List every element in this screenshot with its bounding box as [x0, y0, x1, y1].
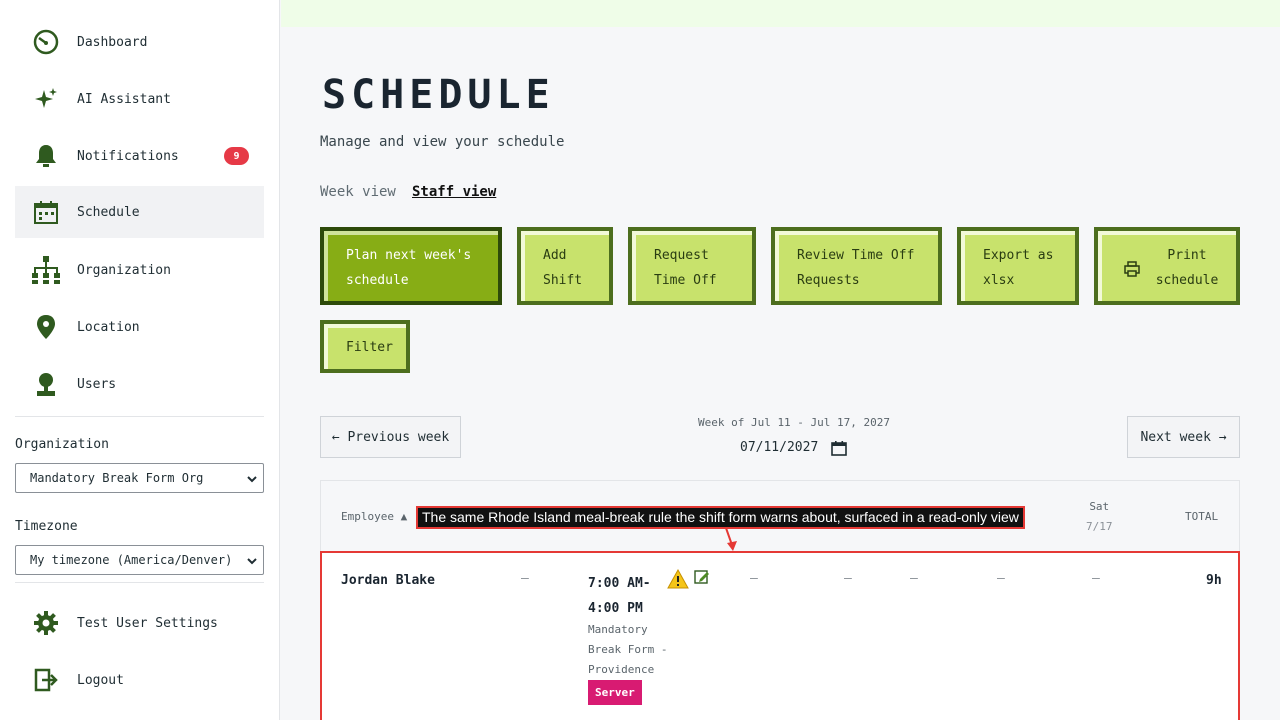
annotation-arrow-icon — [722, 527, 742, 557]
print-schedule-button[interactable]: Print schedule — [1094, 227, 1240, 305]
organization-label: Organization — [15, 437, 109, 452]
sparkle-icon — [31, 84, 61, 114]
empty-shift-cell[interactable]: – — [750, 571, 758, 586]
table-row: Jordan Blake – 7:00 AM- 4:00 PM Mandator… — [320, 551, 1240, 720]
button-label-line: xlsx — [983, 273, 1015, 288]
org-chart-icon — [31, 255, 61, 285]
sidebar-item-label: Schedule — [77, 204, 140, 220]
sidebar-item-label: Test User Settings — [77, 615, 218, 631]
timezone-select-value: My timezone (America/Denver) — [30, 553, 233, 567]
sidebar-divider — [15, 582, 264, 583]
previous-week-button[interactable]: ← Previous week — [320, 416, 461, 458]
sidebar-item-label: Organization — [77, 262, 171, 278]
logout-icon — [31, 665, 61, 695]
day-name: Sat — [1089, 500, 1110, 513]
sidebar-item-organization[interactable]: Organization — [15, 244, 264, 296]
organization-select[interactable]: Mandatory Break Form Org — [15, 463, 264, 493]
page-title: SCHEDULE — [322, 72, 555, 118]
sidebar-item-schedule[interactable]: Schedule — [15, 186, 264, 238]
printer-icon — [1124, 261, 1140, 286]
week-range-label: Week of Jul 11 - Jul 17, 2027 — [697, 416, 891, 429]
sidebar-item-logout[interactable]: Logout — [15, 654, 264, 706]
chevron-down-icon — [245, 472, 259, 489]
tab-staff-view[interactable]: Staff view — [412, 184, 496, 200]
gear-icon — [31, 608, 61, 638]
button-label-line: Shift — [543, 273, 583, 288]
dashboard-gauge-icon — [31, 27, 61, 57]
button-label-line: Request — [654, 248, 709, 263]
button-label-line: Filter — [346, 340, 393, 355]
button-label-line: schedule — [346, 273, 409, 288]
top-banner — [281, 0, 1280, 27]
sidebar-item-users[interactable]: Users — [15, 358, 264, 410]
employee-name: Jordan Blake — [341, 573, 435, 588]
sidebar-item-label: Dashboard — [77, 34, 148, 50]
annotation-callout: The same Rhode Island meal-break rule th… — [416, 506, 1025, 529]
calendar-picker-icon[interactable] — [831, 440, 847, 460]
sidebar: Dashboard AI Assistant Notifications 9 S… — [0, 0, 280, 720]
button-label-line: Time Off — [654, 273, 717, 288]
tab-week-view[interactable]: Week view — [320, 184, 396, 200]
organization-select-value: Mandatory Break Form Org — [30, 471, 204, 485]
day-date: 7/17 — [1086, 520, 1113, 533]
shift-start: 7:00 AM- — [588, 576, 651, 591]
button-label-line: Print — [1167, 248, 1207, 263]
sidebar-item-label: Users — [77, 376, 117, 392]
timezone-label: Timezone — [15, 519, 78, 534]
button-label-line: Plan next week's — [346, 248, 472, 263]
user-icon — [31, 369, 61, 399]
bell-icon — [31, 141, 61, 171]
saturday-column-header: Sat 7/17 — [1086, 497, 1113, 537]
sidebar-item-test-user-settings[interactable]: Test User Settings — [15, 597, 264, 649]
sidebar-item-location[interactable]: Location — [15, 301, 264, 353]
request-time-off-button[interactable]: Request Time Off — [628, 227, 756, 305]
calendar-icon — [31, 197, 61, 227]
row-total-hours: 9h — [1206, 573, 1222, 588]
sidebar-item-dashboard[interactable]: Dashboard — [15, 16, 264, 68]
edit-icon[interactable] — [694, 569, 710, 589]
location-pin-icon — [31, 312, 61, 342]
add-shift-button[interactable]: Add Shift — [517, 227, 613, 305]
chevron-down-icon — [245, 554, 259, 571]
notification-count-badge: 9 — [224, 147, 249, 165]
role-badge: Server — [588, 680, 642, 705]
button-label-line: Add — [543, 248, 567, 263]
empty-shift-cell[interactable]: – — [844, 571, 852, 586]
sidebar-item-notifications[interactable]: Notifications 9 — [15, 130, 264, 182]
shift-end: 4:00 PM — [588, 601, 643, 616]
button-label-line: Export as — [983, 248, 1054, 263]
employee-column-header[interactable]: Employee ▲ — [341, 507, 407, 527]
sidebar-item-label: Location — [77, 319, 140, 335]
empty-shift-cell[interactable]: – — [910, 571, 918, 586]
warning-icon[interactable] — [667, 568, 689, 593]
sidebar-item-ai-assistant[interactable]: AI Assistant — [15, 73, 264, 125]
filter-button[interactable]: Filter — [320, 320, 410, 373]
button-label-line: schedule — [1155, 273, 1219, 288]
empty-shift-cell[interactable]: – — [521, 571, 529, 586]
sidebar-divider — [15, 416, 264, 417]
review-time-off-requests-button[interactable]: Review Time Off Requests — [771, 227, 942, 305]
sidebar-item-label: AI Assistant — [77, 91, 171, 107]
sidebar-item-label: Notifications — [77, 148, 179, 164]
sidebar-item-label: Logout — [77, 672, 124, 688]
timezone-select[interactable]: My timezone (America/Denver) — [15, 545, 264, 575]
next-week-button[interactable]: Next week → — [1127, 416, 1240, 458]
plan-next-week-button[interactable]: Plan next week's schedule — [320, 227, 502, 305]
total-column-header: TOTAL — [1185, 510, 1219, 523]
button-label-line: Requests — [797, 273, 860, 288]
shift-location: Mandatory Break Form - Providence — [588, 623, 668, 676]
week-date-input[interactable]: 07/11/2027 — [740, 440, 818, 455]
page-subtitle: Manage and view your schedule — [320, 134, 565, 150]
empty-shift-cell[interactable]: – — [997, 571, 1005, 586]
export-xlsx-button[interactable]: Export as xlsx — [957, 227, 1079, 305]
shift-time[interactable]: 7:00 AM- 4:00 PM — [588, 571, 658, 621]
button-label-line: Review Time Off — [797, 248, 915, 263]
empty-shift-cell[interactable]: – — [1092, 571, 1100, 586]
